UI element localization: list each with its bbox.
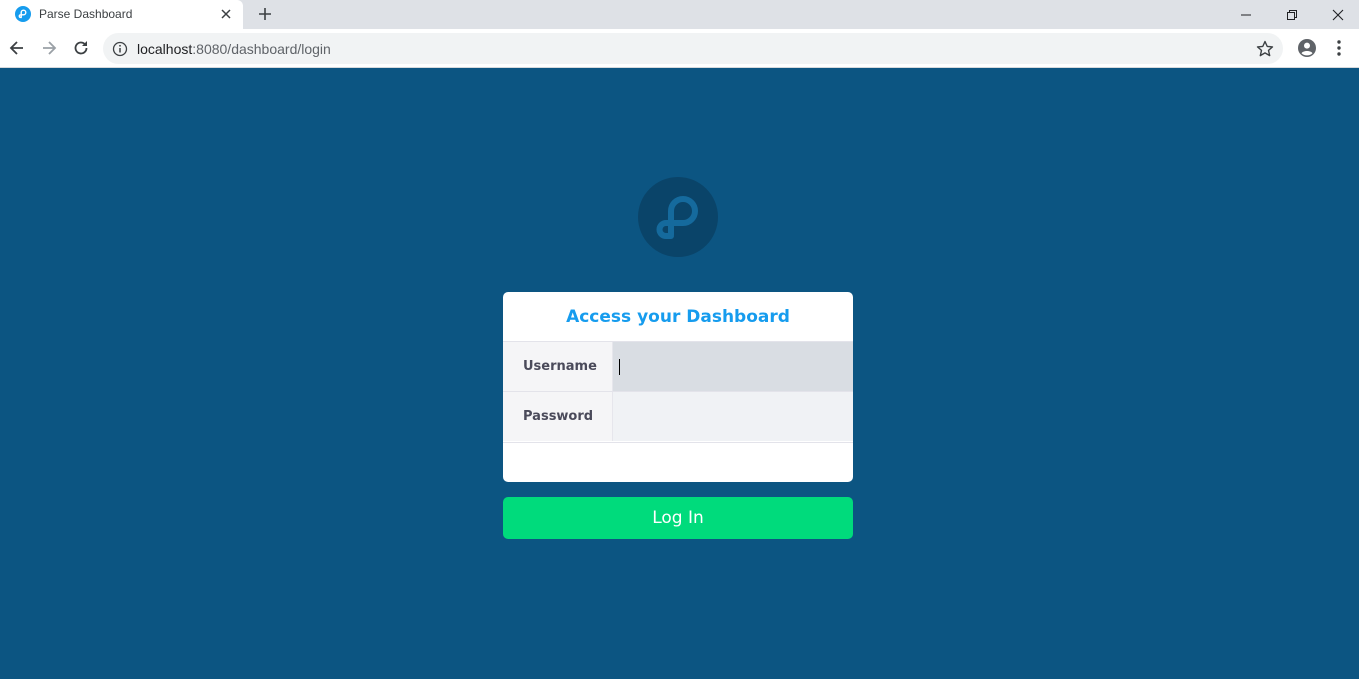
profile-icon[interactable] bbox=[1297, 38, 1317, 58]
window-close-icon bbox=[1332, 9, 1344, 20]
login-card: Access your Dashboard Username Password bbox=[503, 292, 853, 482]
info-icon[interactable] bbox=[112, 41, 128, 57]
password-input[interactable] bbox=[613, 392, 853, 441]
reload-icon[interactable] bbox=[71, 38, 91, 58]
tab-title: Parse Dashboard bbox=[39, 7, 133, 21]
browser-tab[interactable]: Parse Dashboard bbox=[0, 0, 243, 29]
text-caret bbox=[619, 359, 620, 375]
username-label: Username bbox=[503, 342, 613, 391]
username-input[interactable] bbox=[613, 342, 853, 391]
restore-icon bbox=[1287, 9, 1297, 20]
restore-button[interactable] bbox=[1269, 0, 1315, 29]
parse-favicon-icon bbox=[15, 6, 31, 22]
password-row: Password bbox=[503, 391, 853, 441]
username-row: Username bbox=[503, 341, 853, 391]
kebab-menu-icon[interactable] bbox=[1331, 38, 1347, 58]
address-bar[interactable]: localhost:8080/dashboard/login bbox=[103, 33, 1283, 64]
card-footer bbox=[503, 442, 853, 482]
browser-tabstrip: Parse Dashboard bbox=[0, 0, 1359, 29]
minimize-button[interactable] bbox=[1223, 0, 1269, 29]
minimize-icon bbox=[1241, 14, 1251, 15]
login-button[interactable]: Log In bbox=[503, 497, 853, 539]
url-path: :8080/dashboard/login bbox=[192, 41, 331, 57]
plus-icon[interactable] bbox=[256, 5, 274, 23]
forward-arrow-icon[interactable] bbox=[39, 38, 59, 58]
password-label: Password bbox=[503, 392, 613, 441]
window-close-button[interactable] bbox=[1315, 0, 1359, 29]
back-arrow-icon[interactable] bbox=[7, 38, 27, 58]
url-host: localhost bbox=[137, 41, 193, 57]
parse-logo-icon bbox=[656, 196, 698, 239]
star-icon[interactable] bbox=[1255, 39, 1275, 59]
url-text: localhost:8080/dashboard/login bbox=[137, 41, 331, 57]
login-heading: Access your Dashboard bbox=[566, 307, 790, 327]
browser-toolbar: localhost:8080/dashboard/login bbox=[0, 29, 1359, 68]
parse-logo bbox=[638, 177, 718, 257]
close-icon[interactable] bbox=[218, 6, 234, 22]
